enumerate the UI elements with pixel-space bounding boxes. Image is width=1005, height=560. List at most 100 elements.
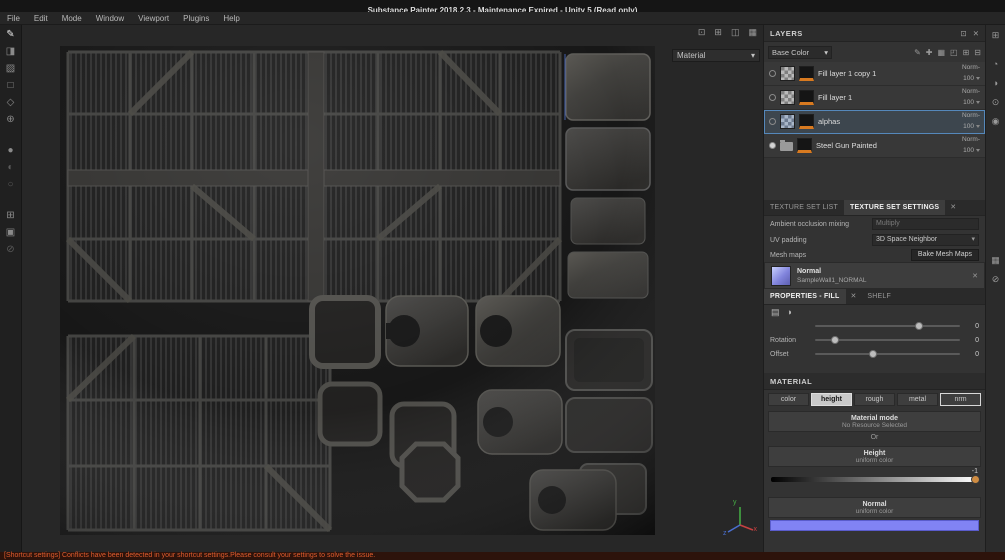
opacity-value[interactable]: 100 (963, 147, 974, 155)
menu-viewport[interactable]: Viewport (131, 12, 176, 24)
slider-handle[interactable] (868, 350, 877, 358)
add-folder-icon[interactable]: ◰ (950, 48, 958, 57)
add-mask-icon[interactable]: ✚ (926, 48, 933, 57)
opacity-value[interactable]: 100 (963, 75, 974, 83)
uv-padding-dropdown[interactable]: 3D Space Neighbor ▾ (872, 234, 979, 246)
paint-tool-icon[interactable]: ✎ (6, 30, 14, 40)
layer-visibility-toggle[interactable] (769, 94, 776, 101)
viewport-display-icon[interactable]: ⊡ (698, 27, 706, 38)
layer-content-thumbnail[interactable] (799, 66, 814, 81)
menu-plugins[interactable]: Plugins (176, 12, 216, 24)
layer-meta[interactable]: Norm- 100 (962, 112, 980, 131)
material-mode-dropdown[interactable]: Material ▾ (672, 49, 760, 62)
viewport-grid-icon[interactable]: ▦ (748, 27, 757, 38)
eraser-tool-icon[interactable]: ◨ (6, 47, 15, 57)
menu-file[interactable]: File (0, 12, 27, 24)
material-sphere-icon[interactable]: ● (7, 146, 13, 156)
layer-visibility-toggle[interactable] (769, 118, 776, 125)
normal-map-item[interactable]: Normal SampleWall1_NORMAL ✕ (764, 262, 985, 289)
tab-texture-set-list[interactable]: TEXTURE SET LIST (764, 200, 844, 215)
resources-icon[interactable]: ⊞ (6, 211, 14, 221)
menu-help[interactable]: Help (216, 12, 246, 24)
uv-transform-icon[interactable]: ▤ (771, 307, 780, 317)
layer-mask-thumbnail[interactable] (780, 90, 795, 105)
close-icon[interactable]: ✕ (973, 29, 979, 38)
height-value[interactable]: -1 (764, 467, 985, 476)
rotation-value[interactable]: 0 (967, 337, 979, 344)
add-effect-icon[interactable]: ✎ (914, 48, 921, 57)
layer-row[interactable]: Fill layer 1 copy 1 Norm- 100 (764, 62, 985, 86)
blend-mode[interactable]: Norm- (962, 64, 980, 72)
projection-mode-icon[interactable]: ◑ (787, 307, 792, 317)
opacity-dropdown-arrow[interactable] (976, 101, 980, 104)
channel-color-button[interactable]: color (768, 393, 809, 406)
dock-panel-icon[interactable]: ⊞ (992, 30, 1000, 40)
offset-slider[interactable] (815, 350, 960, 358)
channel-metal-button[interactable]: metal (897, 393, 938, 406)
disabled-tool-icon[interactable]: ⊘ (6, 245, 14, 255)
opacity-dropdown-arrow[interactable] (976, 149, 980, 152)
camera-settings-icon[interactable]: ◉ (992, 116, 1000, 126)
menu-edit[interactable]: Edit (27, 12, 55, 24)
height-gradient-slider[interactable] (771, 475, 980, 484)
texture-canvas[interactable] (60, 46, 655, 535)
smudge-tool-icon[interactable]: ◇ (7, 98, 15, 108)
channel-nrm-button[interactable]: nrm (940, 393, 981, 406)
popout-icon[interactable]: ⊡ (960, 29, 966, 38)
tab-shelf[interactable]: SHELF (861, 289, 897, 304)
opacity-value[interactable]: 100 (963, 123, 974, 131)
blend-mode[interactable]: Norm- (962, 136, 980, 144)
layer-visibility-toggle[interactable] (769, 70, 776, 77)
folder-icon[interactable] (780, 140, 793, 151)
viewport-camera-icon[interactable]: ◫ (731, 27, 740, 38)
layer-content-thumbnail[interactable] (799, 114, 814, 129)
outline-sphere-icon[interactable]: ○ (7, 180, 13, 190)
scale-value[interactable]: 0 (967, 323, 979, 330)
scale-slider[interactable] (815, 322, 960, 330)
add-layer-icon[interactable]: ⊞ (963, 48, 970, 57)
channel-height-button[interactable]: height (811, 393, 852, 406)
normal-color-swatch[interactable] (770, 520, 979, 531)
menu-mode[interactable]: Mode (55, 12, 89, 24)
menu-window[interactable]: Window (89, 12, 131, 24)
layer-meta[interactable]: Norm- 100 (962, 88, 980, 107)
display-settings-icon[interactable]: ◑ (993, 78, 998, 88)
tab-texture-set-settings[interactable]: TEXTURE SET SETTINGS (844, 200, 946, 215)
rotation-slider[interactable] (815, 336, 960, 344)
layer-row-selected[interactable]: alphas Norm- 100 (764, 110, 985, 134)
clone-tool-icon[interactable]: ⊕ (6, 115, 14, 125)
viewport-3d[interactable]: ⊡ ⊞ ◫ ▦ Material ▾ y x z (22, 25, 763, 553)
history-icon[interactable]: ◔ (993, 59, 998, 69)
layer-meta[interactable]: Norm- 100 (962, 64, 980, 83)
blend-mode[interactable]: Norm- (962, 112, 980, 120)
layer-row[interactable]: Fill layer 1 Norm- 100 (764, 86, 985, 110)
layer-mask-thumbnail[interactable] (780, 114, 795, 129)
delete-layer-icon[interactable]: ⊟ (974, 48, 981, 57)
opacity-value[interactable]: 100 (963, 99, 974, 107)
tab-properties-fill[interactable]: PROPERTIES - FILL (764, 289, 846, 304)
ao-mixing-input[interactable]: Multiply (872, 218, 979, 230)
slider-handle[interactable] (971, 475, 980, 484)
channel-dropdown[interactable]: Base Color ▾ (768, 45, 832, 59)
opacity-dropdown-arrow[interactable] (976, 125, 980, 128)
help-icon[interactable]: ⊘ (992, 274, 1000, 284)
blend-mode[interactable]: Norm- (962, 88, 980, 96)
add-fill-layer-icon[interactable]: ▦ (937, 48, 945, 57)
layer-mask-thumbnail[interactable] (780, 66, 795, 81)
polygon-fill-tool-icon[interactable]: □ (7, 81, 13, 91)
close-icon[interactable]: ✕ (846, 289, 862, 304)
normal-uniform-button[interactable]: Normal uniform color (768, 497, 981, 518)
shader-settings-icon[interactable]: ⊙ (992, 97, 1000, 107)
half-sphere-icon[interactable]: ◐ (7, 163, 13, 173)
layer-content-thumbnail[interactable] (797, 138, 812, 153)
layer-content-thumbnail[interactable] (799, 90, 814, 105)
material-mode-button[interactable]: Material mode No Resource Selected (768, 411, 981, 432)
slider-handle[interactable] (830, 336, 839, 344)
layer-visibility-toggle[interactable] (769, 142, 776, 149)
layer-row[interactable]: Steel Gun Painted Norm- 100 (764, 134, 985, 158)
bake-mesh-maps-button[interactable]: Bake Mesh Maps (910, 249, 979, 261)
viewport-envmap-icon[interactable]: ⊞ (714, 27, 722, 38)
display-mode-icon[interactable]: ▣ (6, 228, 15, 238)
slider-handle[interactable] (915, 322, 924, 330)
opacity-dropdown-arrow[interactable] (976, 77, 980, 80)
